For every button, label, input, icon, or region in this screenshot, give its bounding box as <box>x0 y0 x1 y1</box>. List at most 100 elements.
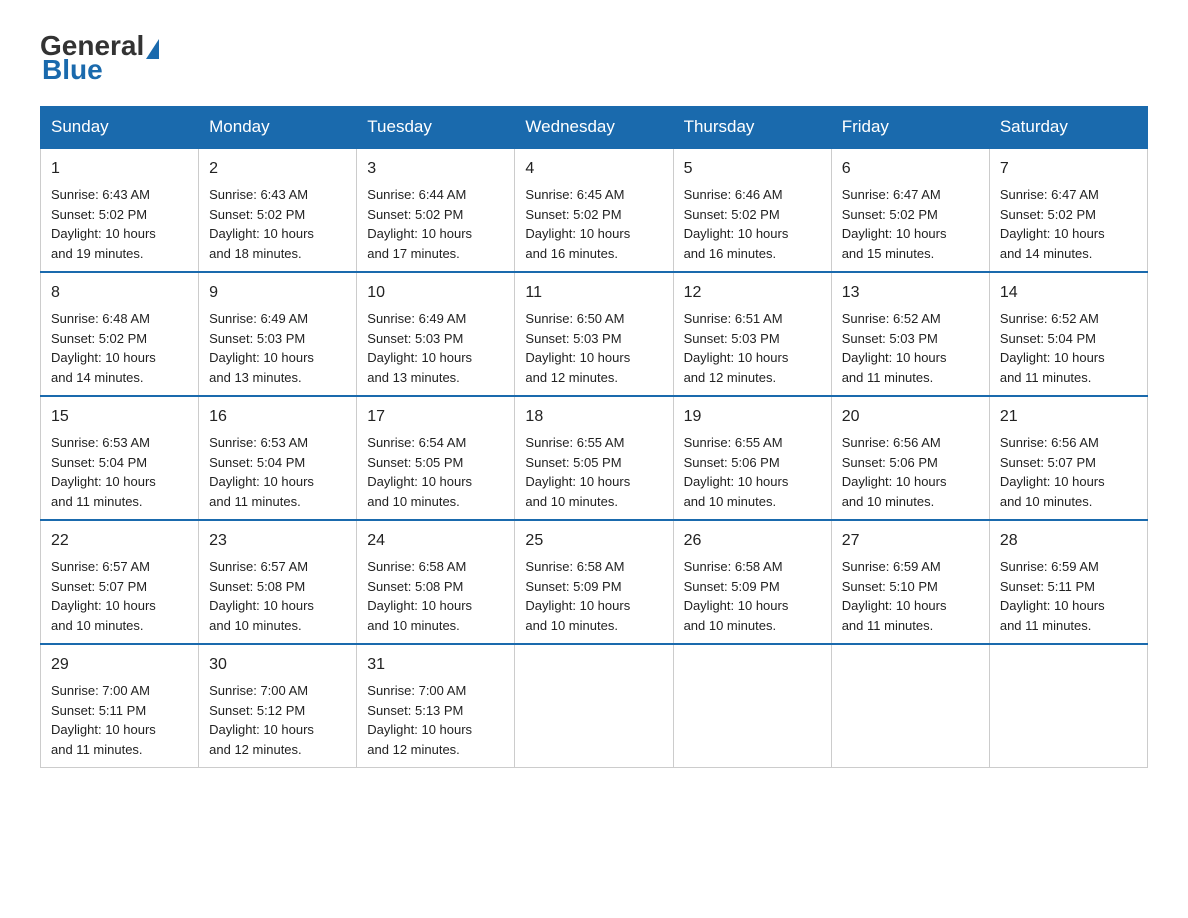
sunrise-label: Sunrise: 6:51 AM <box>684 311 783 326</box>
daylight-minutes-label: and 10 minutes. <box>51 618 144 633</box>
daylight-minutes-label: and 10 minutes. <box>684 494 777 509</box>
calendar-day-cell: 11Sunrise: 6:50 AMSunset: 5:03 PMDayligh… <box>515 272 673 396</box>
sunrise-label: Sunrise: 6:57 AM <box>51 559 150 574</box>
sunset-label: Sunset: 5:02 PM <box>525 207 621 222</box>
daylight-label: Daylight: 10 hours <box>51 598 156 613</box>
daylight-minutes-label: and 10 minutes. <box>367 494 460 509</box>
day-number: 6 <box>842 157 979 181</box>
sunrise-label: Sunrise: 6:56 AM <box>1000 435 1099 450</box>
daylight-label: Daylight: 10 hours <box>684 598 789 613</box>
sunset-label: Sunset: 5:02 PM <box>842 207 938 222</box>
day-number: 22 <box>51 529 188 553</box>
weekday-header-friday: Friday <box>831 107 989 149</box>
day-number: 16 <box>209 405 346 429</box>
logo-blue-text: Blue <box>42 54 103 85</box>
calendar-day-cell: 21Sunrise: 6:56 AMSunset: 5:07 PMDayligh… <box>989 396 1147 520</box>
sunrise-label: Sunrise: 6:47 AM <box>1000 187 1099 202</box>
calendar-day-cell: 18Sunrise: 6:55 AMSunset: 5:05 PMDayligh… <box>515 396 673 520</box>
day-number: 10 <box>367 281 504 305</box>
sunset-label: Sunset: 5:03 PM <box>842 331 938 346</box>
daylight-label: Daylight: 10 hours <box>842 598 947 613</box>
daylight-minutes-label: and 18 minutes. <box>209 246 302 261</box>
daylight-label: Daylight: 10 hours <box>1000 598 1105 613</box>
calendar-day-cell: 12Sunrise: 6:51 AMSunset: 5:03 PMDayligh… <box>673 272 831 396</box>
sunset-label: Sunset: 5:03 PM <box>367 331 463 346</box>
day-number: 29 <box>51 653 188 677</box>
day-number: 13 <box>842 281 979 305</box>
logo-triangle-icon <box>146 39 159 59</box>
sunrise-label: Sunrise: 6:46 AM <box>684 187 783 202</box>
sunrise-label: Sunrise: 6:52 AM <box>1000 311 1099 326</box>
day-number: 9 <box>209 281 346 305</box>
day-number: 23 <box>209 529 346 553</box>
sunset-label: Sunset: 5:07 PM <box>51 579 147 594</box>
sunset-label: Sunset: 5:09 PM <box>525 579 621 594</box>
calendar-week-row: 22 Sunrise: 6:57 AM Sunset: 5:07 PM Dayligh… <box>41 520 1148 644</box>
daylight-label: Daylight: 10 hours <box>367 722 472 737</box>
sunset-label: Sunset: 5:02 PM <box>1000 207 1096 222</box>
daylight-minutes-label: and 10 minutes. <box>1000 494 1093 509</box>
calendar-day-cell: 4Sunrise: 6:45 AMSunset: 5:02 PMDaylight… <box>515 148 673 272</box>
daylight-minutes-label: and 11 minutes. <box>209 494 301 509</box>
daylight-label: Daylight: 10 hours <box>209 226 314 241</box>
calendar-day-cell <box>831 644 989 768</box>
sunrise-label: Sunrise: 6:43 AM <box>209 187 308 202</box>
sunset-label: Sunset: 5:02 PM <box>684 207 780 222</box>
day-number: 20 <box>842 405 979 429</box>
daylight-label: Daylight: 10 hours <box>367 226 472 241</box>
day-number: 8 <box>51 281 188 305</box>
sunset-label: Sunset: 5:04 PM <box>51 455 147 470</box>
calendar-day-cell: 27Sunrise: 6:59 AMSunset: 5:10 PMDayligh… <box>831 520 989 644</box>
sunset-label: Sunset: 5:08 PM <box>367 579 463 594</box>
day-number: 3 <box>367 157 504 181</box>
daylight-label: Daylight: 10 hours <box>842 474 947 489</box>
sunset-label: Sunset: 5:02 PM <box>51 331 147 346</box>
sunset-label: Sunset: 5:04 PM <box>1000 331 1096 346</box>
calendar-week-row: 8Sunrise: 6:48 AMSunset: 5:02 PMDaylight… <box>41 272 1148 396</box>
day-number: 15 <box>51 405 188 429</box>
calendar-table: SundayMondayTuesdayWednesdayThursdayFrid… <box>40 106 1148 768</box>
calendar-day-cell: 20Sunrise: 6:56 AMSunset: 5:06 PMDayligh… <box>831 396 989 520</box>
calendar-day-cell: 6Sunrise: 6:47 AMSunset: 5:02 PMDaylight… <box>831 148 989 272</box>
daylight-minutes-label: and 10 minutes. <box>525 494 618 509</box>
daylight-minutes-label: and 14 minutes. <box>51 370 144 385</box>
daylight-label: Daylight: 10 hours <box>525 598 630 613</box>
weekday-header-tuesday: Tuesday <box>357 107 515 149</box>
sunset-label: Sunset: 5:04 PM <box>209 455 305 470</box>
daylight-label: Daylight: 10 hours <box>367 350 472 365</box>
calendar-day-cell: 7Sunrise: 6:47 AMSunset: 5:02 PMDaylight… <box>989 148 1147 272</box>
sunrise-label: Sunrise: 6:55 AM <box>525 435 624 450</box>
calendar-day-cell <box>515 644 673 768</box>
calendar-day-cell <box>673 644 831 768</box>
day-number: 2 <box>209 157 346 181</box>
calendar-day-cell: 16Sunrise: 6:53 AMSunset: 5:04 PMDayligh… <box>199 396 357 520</box>
day-number: 14 <box>1000 281 1137 305</box>
daylight-label: Daylight: 10 hours <box>209 722 314 737</box>
daylight-minutes-label: and 19 minutes. <box>51 246 144 261</box>
daylight-minutes-label: and 16 minutes. <box>525 246 618 261</box>
calendar-day-cell: 14 Sunrise: 6:52 AM Sunset: 5:04 PM Dayligh… <box>989 272 1147 396</box>
calendar-day-cell: 25Sunrise: 6:58 AMSunset: 5:09 PMDayligh… <box>515 520 673 644</box>
daylight-label: Daylight: 10 hours <box>1000 350 1105 365</box>
sunset-label: Sunset: 5:03 PM <box>525 331 621 346</box>
sunrise-label: Sunrise: 7:00 AM <box>367 683 466 698</box>
sunrise-label: Sunrise: 6:44 AM <box>367 187 466 202</box>
daylight-minutes-label: and 11 minutes. <box>1000 370 1092 385</box>
daylight-label: Daylight: 10 hours <box>209 350 314 365</box>
daylight-minutes-label: and 11 minutes. <box>842 618 934 633</box>
day-number: 21 <box>1000 405 1137 429</box>
day-number: 5 <box>684 157 821 181</box>
sunrise-label: Sunrise: 6:56 AM <box>842 435 941 450</box>
sunset-label: Sunset: 5:05 PM <box>367 455 463 470</box>
daylight-label: Daylight: 10 hours <box>51 350 156 365</box>
calendar-day-cell: 28Sunrise: 6:59 AMSunset: 5:11 PMDayligh… <box>989 520 1147 644</box>
calendar-day-cell: 10Sunrise: 6:49 AMSunset: 5:03 PMDayligh… <box>357 272 515 396</box>
weekday-header-saturday: Saturday <box>989 107 1147 149</box>
calendar-day-cell: 17Sunrise: 6:54 AMSunset: 5:05 PMDayligh… <box>357 396 515 520</box>
daylight-label: Daylight: 10 hours <box>1000 226 1105 241</box>
daylight-minutes-label: and 10 minutes. <box>684 618 777 633</box>
daylight-label: Daylight: 10 hours <box>209 474 314 489</box>
calendar-day-cell: 23Sunrise: 6:57 AMSunset: 5:08 PMDayligh… <box>199 520 357 644</box>
sunset-label: Sunset: 5:13 PM <box>367 703 463 718</box>
calendar-week-row: 29Sunrise: 7:00 AMSunset: 5:11 PMDayligh… <box>41 644 1148 768</box>
